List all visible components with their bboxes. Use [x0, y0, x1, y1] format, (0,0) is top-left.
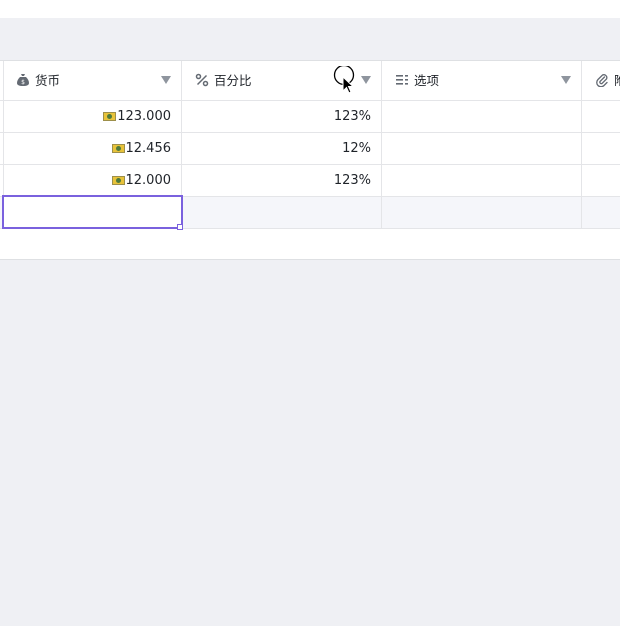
cell-percent[interactable]: 123% — [182, 165, 382, 197]
new-row-cell[interactable] — [182, 197, 382, 229]
money-icon — [103, 112, 117, 121]
cell-option[interactable] — [382, 133, 582, 165]
svg-text:$: $ — [21, 79, 25, 86]
column-title: 货币 — [35, 73, 61, 88]
column-title: 选项 — [414, 73, 440, 88]
column-title: 附 — [614, 73, 620, 88]
money-icon — [111, 176, 125, 185]
cell-option[interactable] — [382, 101, 582, 133]
options-list-icon — [396, 75, 408, 85]
money-icon — [111, 144, 125, 153]
column-header-attachment[interactable]: 附 — [582, 61, 620, 101]
cell-attachment[interactable] — [582, 101, 620, 133]
cell-currency[interactable]: 12.000 — [3, 165, 182, 197]
chevron-down-icon[interactable] — [561, 76, 571, 84]
cell-option[interactable] — [382, 165, 582, 197]
new-row-cell[interactable] — [582, 197, 620, 229]
column-header-options[interactable]: 选项 — [382, 61, 582, 101]
cell-percent[interactable]: 12% — [182, 133, 382, 165]
data-grid: $ 货币 百分比 选项 附 123.000 — [0, 60, 620, 260]
selected-cell[interactable] — [2, 195, 183, 229]
column-title: 百分比 — [214, 73, 252, 88]
new-row-cell[interactable] — [382, 197, 582, 229]
percent-icon — [195, 73, 209, 87]
cell-attachment[interactable] — [582, 133, 620, 165]
cell-attachment[interactable] — [582, 165, 620, 197]
cell-percent[interactable]: 123% — [182, 101, 382, 133]
column-header-currency[interactable]: $ 货币 — [3, 61, 182, 101]
cell-currency[interactable]: 123.000 — [3, 101, 182, 133]
chevron-down-icon[interactable] — [161, 76, 171, 84]
chevron-down-icon[interactable] — [361, 76, 371, 84]
cell-currency[interactable]: 12.456 — [3, 133, 182, 165]
fill-handle[interactable] — [177, 224, 183, 230]
paperclip-icon — [596, 74, 608, 87]
money-bag-icon: $ — [17, 74, 29, 86]
mouse-cursor-icon — [333, 66, 355, 94]
top-bar — [0, 0, 620, 18]
